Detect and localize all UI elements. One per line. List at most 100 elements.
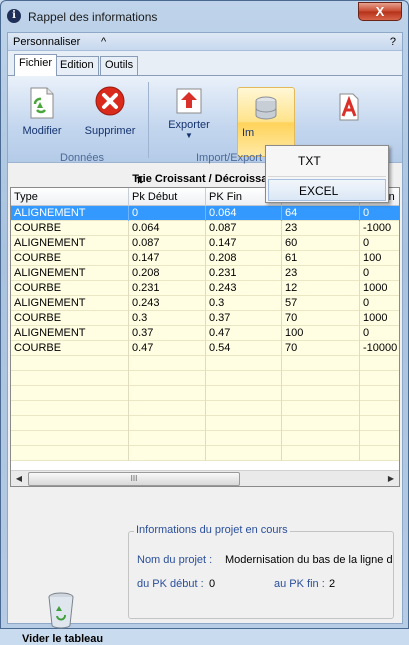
table-row[interactable]: ALIGNEMENT 0.208 0.231 23 0 xyxy=(11,266,399,281)
scroll-left-icon[interactable]: ◀ xyxy=(11,471,27,486)
table-cell: 0.231 xyxy=(206,266,282,281)
recycle-bin-icon[interactable] xyxy=(46,591,76,629)
table-cell xyxy=(129,401,206,416)
table-cell: 0.147 xyxy=(206,236,282,251)
table-cell: 0.208 xyxy=(129,266,206,281)
data-grid: Type Pk Début PK Fin Long Rayon ALIGNEME… xyxy=(10,187,400,487)
tab-outils[interactable]: Outils xyxy=(100,56,139,75)
table-cell xyxy=(282,446,360,461)
table-cell: 70 xyxy=(282,341,360,356)
table-cell xyxy=(360,371,399,386)
pk-debut-value: 0 xyxy=(209,578,216,590)
pdf-icon[interactable] xyxy=(338,92,360,122)
supprimer-button[interactable]: Supprimer xyxy=(80,82,140,142)
table-cell xyxy=(360,401,399,416)
table-cell xyxy=(129,371,206,386)
empty-table-row xyxy=(11,446,399,461)
table-cell xyxy=(11,386,129,401)
menu-item-excel[interactable]: EXCEL xyxy=(268,179,386,201)
table-cell: COURBE xyxy=(11,281,129,296)
modifier-label: Modifier xyxy=(22,125,62,137)
table-cell xyxy=(206,416,282,431)
table-cell xyxy=(282,431,360,446)
table-cell: COURBE xyxy=(11,251,129,266)
table-row[interactable]: COURBE 0.3 0.37 70 1000 xyxy=(11,311,399,326)
tab-edition[interactable]: Edition xyxy=(55,56,99,75)
tab-fichier[interactable]: Fichier xyxy=(14,54,58,76)
table-cell: 0 xyxy=(360,266,399,281)
table-cell: 70 xyxy=(282,311,360,326)
window-title: Rappel des informations xyxy=(28,10,158,24)
table-cell: 100 xyxy=(360,251,399,266)
table-row[interactable]: COURBE 0.147 0.208 61 100 xyxy=(11,251,399,266)
table-cell: ALIGNEMENT xyxy=(11,236,129,251)
table-row[interactable]: ALIGNEMENT 0.087 0.147 60 0 xyxy=(11,236,399,251)
table-row[interactable]: ALIGNEMENT 0.37 0.47 100 0 xyxy=(11,326,399,341)
table-cell xyxy=(129,356,206,371)
table-cell: 0.243 xyxy=(129,296,206,311)
table-cell xyxy=(129,416,206,431)
table-cell: 23 xyxy=(282,266,360,281)
table-cell: 0 xyxy=(360,236,399,251)
table-row[interactable]: COURBE 0.064 0.087 23 -1000 xyxy=(11,221,399,236)
table-cell: ALIGNEMENT xyxy=(11,296,129,311)
table-cell xyxy=(11,371,129,386)
table-cell xyxy=(206,386,282,401)
column-header-type[interactable]: Type xyxy=(11,188,129,206)
table-cell: 12 xyxy=(282,281,360,296)
table-cell xyxy=(360,386,399,401)
scroll-right-icon[interactable]: ▶ xyxy=(383,471,399,486)
collapse-ribbon-button[interactable]: ^ xyxy=(101,36,106,48)
table-cell xyxy=(360,416,399,431)
pk-debut-label: du PK début : xyxy=(137,578,204,590)
table-cell xyxy=(282,356,360,371)
close-button[interactable]: X xyxy=(358,2,402,21)
scroll-thumb[interactable]: III xyxy=(28,472,240,486)
table-cell xyxy=(282,401,360,416)
table-cell: COURBE xyxy=(11,341,129,356)
table-cell xyxy=(206,356,282,371)
table-cell xyxy=(360,431,399,446)
table-cell xyxy=(11,401,129,416)
title-bar[interactable]: i Rappel des informations X xyxy=(1,1,408,31)
table-cell: 0 xyxy=(360,296,399,311)
nom-projet-value: Modernisation du bas de la ligne de xyxy=(225,554,393,566)
table-cell: 0 xyxy=(360,326,399,341)
table-row[interactable]: ALIGNEMENT 0 0.064 64 0 xyxy=(11,206,399,221)
pk-fin-value: 2 xyxy=(329,578,336,590)
table-cell xyxy=(206,401,282,416)
menu-personnaliser[interactable]: Personnaliser xyxy=(13,36,80,48)
table-row[interactable]: ALIGNEMENT 0.243 0.3 57 0 xyxy=(11,296,399,311)
table-row[interactable]: COURBE 0.47 0.54 70 -10000 xyxy=(11,341,399,356)
table-cell: 0.064 xyxy=(206,206,282,221)
empty-table-row xyxy=(11,371,399,386)
nom-projet-label: Nom du projet : xyxy=(137,554,213,566)
menu-separator xyxy=(268,176,386,177)
supprimer-label: Supprimer xyxy=(84,125,136,137)
table-row[interactable]: COURBE 0.231 0.243 12 1000 xyxy=(11,281,399,296)
menu-item-txt[interactable]: TXT xyxy=(268,150,386,172)
importer-label: Im xyxy=(242,127,255,139)
help-button[interactable]: ? xyxy=(390,36,396,48)
table-cell: 0.208 xyxy=(206,251,282,266)
table-cell xyxy=(11,416,129,431)
empty-table-row xyxy=(11,386,399,401)
table-cell: COURBE xyxy=(11,311,129,326)
table-cell: 1000 xyxy=(360,311,399,326)
exporter-button[interactable]: Exporter ▼ xyxy=(160,82,218,148)
menu-bar: Personnaliser ^ ? xyxy=(8,33,402,51)
empty-table-row xyxy=(11,431,399,446)
table-cell: 0.147 xyxy=(129,251,206,266)
vider-tableau-button[interactable]: Vider le tableau xyxy=(22,633,103,645)
column-header-pk-debut[interactable]: Pk Début xyxy=(129,188,206,206)
project-info-group: Informations du projet en cours Nom du p… xyxy=(128,524,394,619)
table-cell: 0.47 xyxy=(206,326,282,341)
project-info-legend: Informations du projet en cours xyxy=(134,524,290,536)
empty-table-row xyxy=(11,356,399,371)
modifier-button[interactable]: Modifier xyxy=(14,82,70,142)
horizontal-scrollbar[interactable]: ◀ III ▶ xyxy=(11,470,399,486)
delete-icon xyxy=(95,86,125,116)
table-cell: ALIGNEMENT xyxy=(11,266,129,281)
table-cell: 0.087 xyxy=(129,236,206,251)
ribbon-tabs: Fichier Edition Outils xyxy=(8,51,402,76)
